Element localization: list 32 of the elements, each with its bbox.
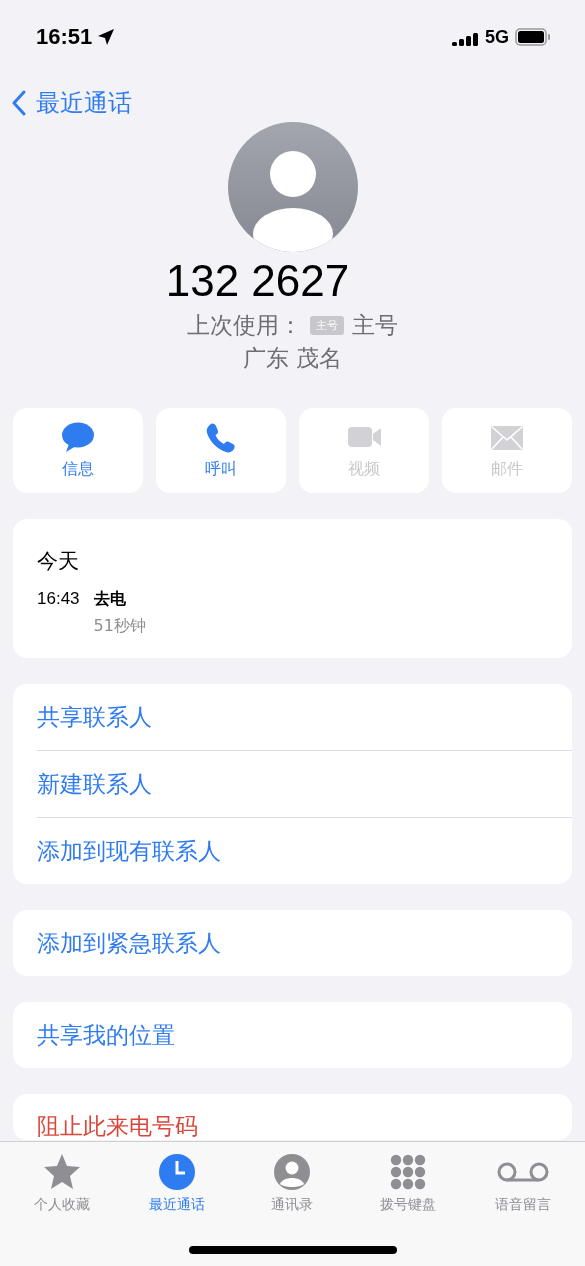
back-chevron-icon xyxy=(12,90,26,116)
option-item[interactable]: 共享联系人 xyxy=(37,684,572,751)
network-label: 5G xyxy=(485,26,509,48)
tab-item[interactable]: 语音留言 xyxy=(468,1152,579,1214)
option-item[interactable]: 添加到现有联系人 xyxy=(37,818,572,884)
option-item[interactable]: 共享我的位置 xyxy=(37,1002,572,1068)
battery-icon xyxy=(515,28,551,46)
option-item[interactable]: 阻止此来电号码 xyxy=(37,1094,572,1140)
tab-item[interactable]: 通讯录 xyxy=(237,1152,348,1214)
tab-item[interactable]: 拨号键盘 xyxy=(352,1152,463,1214)
option-item[interactable]: 新建联系人 xyxy=(37,751,572,818)
location-arrow-icon xyxy=(96,27,117,47)
back-label[interactable]: 最近通话 xyxy=(36,87,132,119)
last-used-label: 上次使用： xyxy=(187,311,302,340)
avatar-icon xyxy=(227,122,358,252)
message-bubble-icon xyxy=(60,421,96,453)
call-duration: 51秒钟 xyxy=(93,616,146,637)
phone-number: 132 2627 xyxy=(165,256,350,306)
status-time: 16:51 xyxy=(36,24,93,50)
call-type: 去电 xyxy=(93,589,127,610)
option-item[interactable]: 添加到紧急联系人 xyxy=(37,910,572,976)
sim-name: 主号 xyxy=(352,311,398,340)
action-button[interactable]: 信息 xyxy=(13,408,143,493)
call-time: 16:43 xyxy=(37,589,80,610)
tab-item[interactable]: 最近通话 xyxy=(122,1152,233,1214)
back-button[interactable]: 最近通话 xyxy=(12,87,132,119)
contact-icon xyxy=(272,1152,313,1192)
action-button[interactable]: 呼叫 xyxy=(156,408,286,493)
clock-icon xyxy=(157,1152,198,1192)
day-label: 今天 xyxy=(37,548,80,575)
location-label: 广东 茂名 xyxy=(242,344,343,373)
tab-item[interactable]: 个人收藏 xyxy=(6,1152,117,1214)
